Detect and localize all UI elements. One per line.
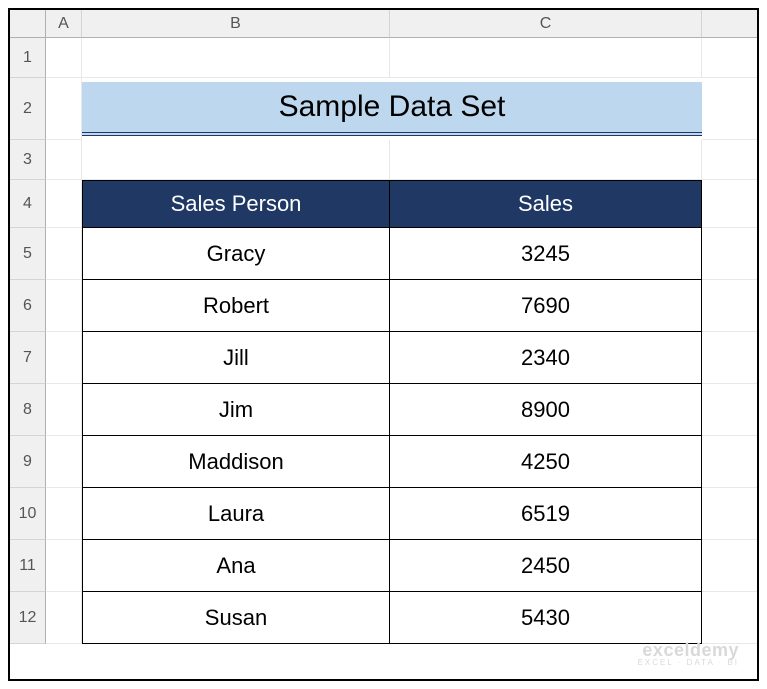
cell-b1[interactable] <box>82 38 390 78</box>
cell-a12[interactable] <box>46 592 82 644</box>
row-header-3[interactable]: 3 <box>10 140 46 180</box>
cell-b3[interactable] <box>82 140 390 180</box>
cell-a5[interactable] <box>46 228 82 280</box>
cell-a6[interactable] <box>46 280 82 332</box>
row-header-6[interactable]: 6 <box>10 280 46 332</box>
col-header-c[interactable]: C <box>390 10 702 38</box>
cell-a11[interactable] <box>46 540 82 592</box>
row-header-10[interactable]: 10 <box>10 488 46 540</box>
watermark-tagline: EXCEL · DATA · BI <box>638 659 739 667</box>
cell-d5[interactable] <box>702 228 759 280</box>
cell-sales-7[interactable]: 5430 <box>390 592 702 644</box>
cell-c3[interactable] <box>390 140 702 180</box>
cell-sales-0[interactable]: 3245 <box>390 228 702 280</box>
watermark: exceldemy EXCEL · DATA · BI <box>638 641 739 667</box>
row-header-7[interactable]: 7 <box>10 332 46 384</box>
cell-person-5[interactable]: Laura <box>82 488 390 540</box>
col-header-a[interactable]: A <box>46 10 82 38</box>
cell-d2[interactable] <box>702 78 759 140</box>
cell-person-6[interactable]: Ana <box>82 540 390 592</box>
cell-sales-1[interactable]: 7690 <box>390 280 702 332</box>
select-all-corner[interactable] <box>10 10 46 38</box>
row-header-1[interactable]: 1 <box>10 38 46 78</box>
cell-person-2[interactable]: Jill <box>82 332 390 384</box>
col-header-b[interactable]: B <box>82 10 390 38</box>
cell-a3[interactable] <box>46 140 82 180</box>
cell-person-7[interactable]: Susan <box>82 592 390 644</box>
cell-person-4[interactable]: Maddison <box>82 436 390 488</box>
cell-c1[interactable] <box>390 38 702 78</box>
cell-a1[interactable] <box>46 38 82 78</box>
cell-person-0[interactable]: Gracy <box>82 228 390 280</box>
title-text: Sample Data Set <box>82 82 702 136</box>
cell-a8[interactable] <box>46 384 82 436</box>
row-header-5[interactable]: 5 <box>10 228 46 280</box>
row-header-8[interactable]: 8 <box>10 384 46 436</box>
cell-person-1[interactable]: Robert <box>82 280 390 332</box>
cell-d11[interactable] <box>702 540 759 592</box>
row-header-12[interactable]: 12 <box>10 592 46 644</box>
row-header-4[interactable]: 4 <box>10 180 46 228</box>
cell-d8[interactable] <box>702 384 759 436</box>
cell-d9[interactable] <box>702 436 759 488</box>
row-header-9[interactable]: 9 <box>10 436 46 488</box>
spreadsheet-grid: A B C 1 2 Sample Data Set 3 4 Sales Pers… <box>10 10 757 644</box>
col-header-blank[interactable] <box>702 10 759 38</box>
cell-person-3[interactable]: Jim <box>82 384 390 436</box>
cell-d12[interactable] <box>702 592 759 644</box>
spreadsheet-frame: A B C 1 2 Sample Data Set 3 4 Sales Pers… <box>8 8 759 681</box>
table-header-sales[interactable]: Sales <box>390 180 702 228</box>
cell-sales-3[interactable]: 8900 <box>390 384 702 436</box>
cell-d7[interactable] <box>702 332 759 384</box>
cell-d1[interactable] <box>702 38 759 78</box>
table-header-person[interactable]: Sales Person <box>82 180 390 228</box>
cell-d6[interactable] <box>702 280 759 332</box>
row-header-2[interactable]: 2 <box>10 78 46 140</box>
cell-d4[interactable] <box>702 180 759 228</box>
cell-sales-6[interactable]: 2450 <box>390 540 702 592</box>
cell-sales-4[interactable]: 4250 <box>390 436 702 488</box>
cell-sales-2[interactable]: 2340 <box>390 332 702 384</box>
cell-a10[interactable] <box>46 488 82 540</box>
title-cell[interactable]: Sample Data Set <box>82 78 702 140</box>
cell-d10[interactable] <box>702 488 759 540</box>
cell-a4[interactable] <box>46 180 82 228</box>
row-header-11[interactable]: 11 <box>10 540 46 592</box>
cell-a7[interactable] <box>46 332 82 384</box>
cell-sales-5[interactable]: 6519 <box>390 488 702 540</box>
cell-a9[interactable] <box>46 436 82 488</box>
cell-a2[interactable] <box>46 78 82 140</box>
cell-d3[interactable] <box>702 140 759 180</box>
watermark-brand: exceldemy <box>638 641 739 659</box>
